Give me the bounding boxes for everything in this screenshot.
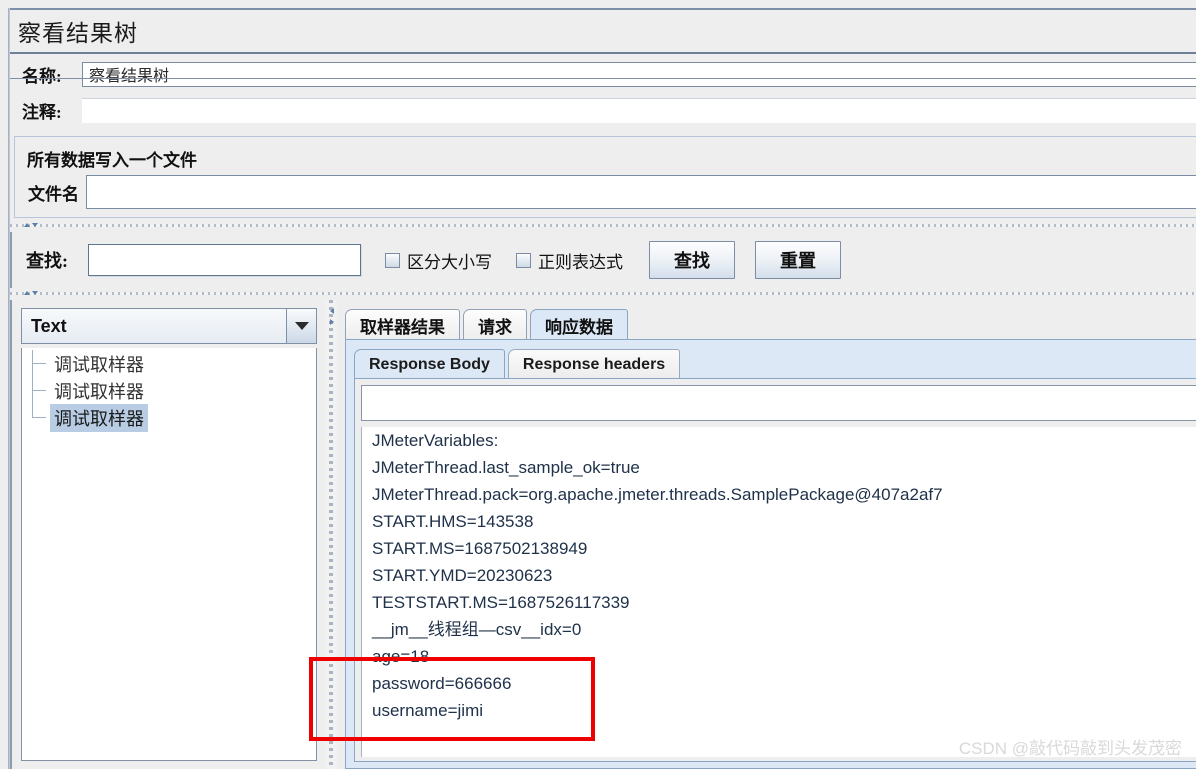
tree-elbow-icon bbox=[32, 377, 48, 404]
tree-item-sampler[interactable]: 调试取样器 bbox=[22, 350, 316, 377]
tree-item-label: 调试取样器 bbox=[54, 381, 144, 402]
tree-item-sampler[interactable]: 调试取样器 bbox=[22, 377, 316, 404]
result-tab[interactable]: 响应数据 bbox=[530, 309, 628, 340]
chevron-down-icon[interactable] bbox=[287, 308, 317, 344]
response-body-line: START.MS=1687502138949 bbox=[372, 539, 588, 558]
response-body-line: JMeterThread.last_sample_ok=true bbox=[372, 458, 640, 477]
sampler-tree-panel: Text 调试取样器 调试取样器 调试取样器 bbox=[10, 300, 320, 769]
reset-button[interactable]: 重置 bbox=[755, 241, 841, 279]
page-title: 察看结果树 bbox=[18, 21, 138, 46]
response-subtab[interactable]: Response Body bbox=[354, 349, 505, 379]
tree-elbow-icon bbox=[32, 350, 48, 377]
render-type-combo-value[interactable]: Text bbox=[21, 308, 287, 344]
response-body-line: START.HMS=143538 bbox=[372, 512, 534, 531]
write-all-data-to-file-title: 所有数据写入一个文件 bbox=[22, 146, 202, 171]
response-subtabstrip[interactable]: Response Body Response headers bbox=[354, 348, 683, 379]
collapse-down-icon[interactable] bbox=[32, 223, 38, 227]
comment-row: 注释: bbox=[10, 94, 1196, 126]
splitter-lower-arrows[interactable] bbox=[24, 288, 46, 298]
search-label: 查找: bbox=[26, 251, 68, 271]
name-row-divider bbox=[10, 78, 1196, 79]
splitter-upper-arrows[interactable] bbox=[24, 220, 46, 230]
response-body-pane: JMeterVariables: JMeterThread.last_sample… bbox=[354, 378, 1196, 762]
name-input[interactable] bbox=[82, 61, 1196, 87]
response-body-line: START.YMD=20230623 bbox=[372, 566, 553, 585]
response-body-line: __jm__线程组—csv__idx=0 bbox=[372, 620, 582, 639]
tree-elbow-icon bbox=[32, 404, 48, 431]
splitter-lower[interactable] bbox=[10, 288, 1196, 298]
result-tabstrip[interactable]: 取样器结果 请求 响应数据 bbox=[345, 308, 631, 340]
response-body-line: username=jimi bbox=[372, 701, 484, 720]
filename-label: 文件名 bbox=[28, 184, 79, 204]
title-divider bbox=[10, 52, 1196, 54]
response-body-line: TESTSTART.MS=1687526117339 bbox=[372, 593, 630, 612]
case-sensitive-checkbox[interactable]: 区分大小写 bbox=[385, 248, 492, 273]
collapse-left-icon[interactable] bbox=[329, 308, 334, 314]
panel-title-bar: 察看结果树 bbox=[10, 10, 1196, 52]
response-body-search-input[interactable] bbox=[361, 385, 1196, 421]
response-body-line: age=18 bbox=[372, 647, 430, 666]
response-data-tabpane: Response Body Response headers JMeterVari… bbox=[345, 339, 1196, 769]
response-body-line: JMeterVariables: bbox=[372, 431, 499, 450]
checkbox-box-icon[interactable] bbox=[516, 252, 531, 268]
collapse-down-icon[interactable] bbox=[32, 291, 38, 295]
collapse-up-icon[interactable] bbox=[24, 223, 30, 227]
regex-label: 正则表达式 bbox=[538, 252, 623, 272]
tree-item-label: 调试取样器 bbox=[50, 403, 148, 432]
checkbox-box-icon[interactable] bbox=[385, 252, 400, 268]
results-split-pane: Text 调试取样器 调试取样器 调试取样器 取样器结果 请求 响应数据 Respons… bbox=[10, 300, 1196, 769]
result-tab[interactable]: 取样器结果 bbox=[345, 309, 460, 340]
regex-checkbox[interactable]: 正则表达式 bbox=[516, 248, 623, 273]
jmeter-view-results-tree-window: 察看结果树 名称: 注释: 所有数据写入一个文件 文件名 查找: 区分大小写 bbox=[0, 0, 1196, 769]
tree-item-sampler[interactable]: 调试取样器 bbox=[22, 403, 316, 432]
filename-input[interactable] bbox=[86, 175, 1196, 209]
result-tab[interactable]: 请求 bbox=[463, 309, 527, 340]
response-body-text[interactable]: JMeterVariables: JMeterThread.last_sample… bbox=[361, 427, 1196, 757]
tree-item-label: 调试取样器 bbox=[54, 354, 144, 375]
case-sensitive-label: 区分大小写 bbox=[407, 252, 492, 272]
collapse-right-icon[interactable] bbox=[329, 319, 334, 325]
search-input[interactable] bbox=[88, 244, 361, 276]
render-type-combo[interactable]: Text bbox=[21, 308, 317, 344]
splitter-upper[interactable] bbox=[10, 220, 1196, 230]
sampler-result-tree[interactable]: 调试取样器 调试取样器 调试取样器 bbox=[21, 348, 317, 761]
collapse-up-icon[interactable] bbox=[24, 291, 30, 295]
comment-label: 注释: bbox=[22, 102, 62, 122]
response-body-line: JMeterThread.pack=org.apache.jmeter.thre… bbox=[372, 485, 943, 504]
comment-input[interactable] bbox=[82, 97, 1196, 123]
response-body-line: password=666666 bbox=[372, 674, 512, 693]
splitter-vertical[interactable] bbox=[325, 300, 337, 769]
result-detail-panel: 取样器结果 请求 响应数据 Response Body Response header… bbox=[337, 300, 1196, 769]
response-subtab[interactable]: Response headers bbox=[507, 349, 681, 379]
name-label: 名称: bbox=[22, 66, 62, 86]
find-button[interactable]: 查找 bbox=[649, 241, 735, 279]
splitter-vertical-arrows[interactable] bbox=[326, 308, 337, 342]
name-row: 名称: bbox=[10, 58, 1196, 90]
watermark-text: CSDN @敲代码敲到头发茂密 bbox=[958, 739, 1182, 758]
search-toolbar: 查找: 区分大小写 正则表达式 查找 重置 bbox=[10, 232, 1196, 288]
filename-row: 文件名 bbox=[14, 172, 1196, 212]
